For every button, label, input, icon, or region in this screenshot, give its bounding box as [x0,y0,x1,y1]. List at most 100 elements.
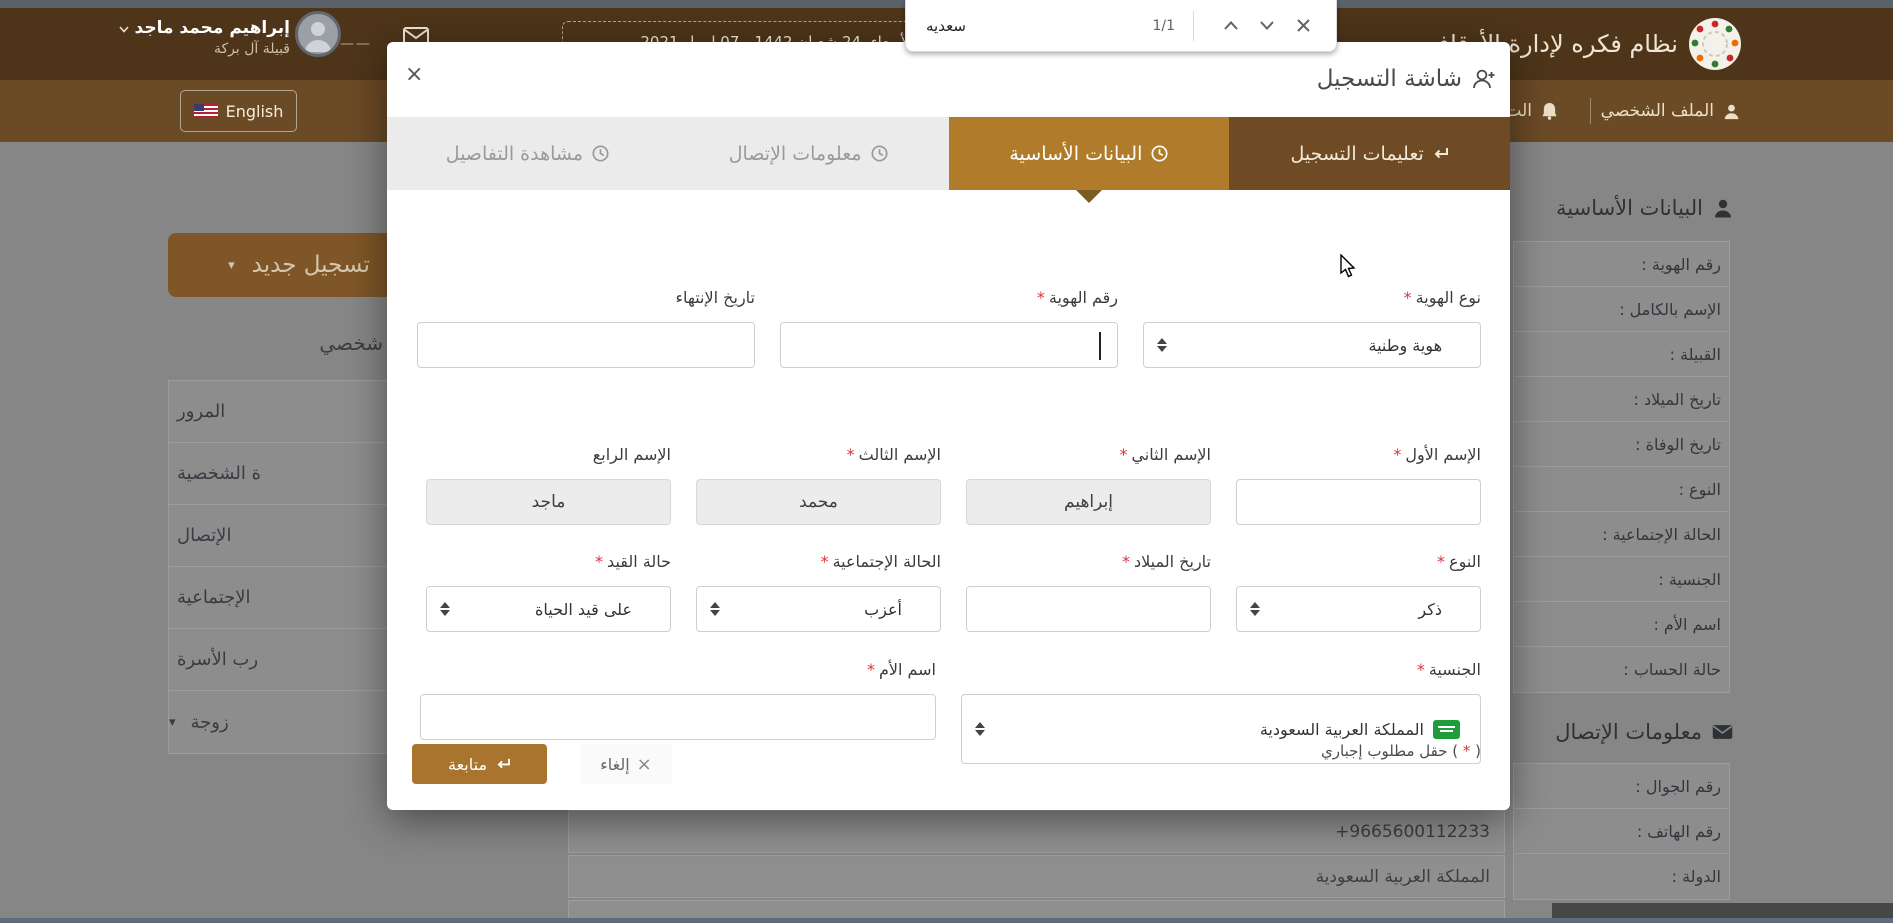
person-icon [1713,198,1733,218]
modal-close-icon[interactable]: × [405,64,423,86]
app-screen: نظام فكره لإدارة الأوقاف إبراهيم محمد ما… [0,0,1893,923]
field-fourth-name: الإسم الرابع ماجد [426,445,671,525]
nav-alerts[interactable]: الت [1505,80,1558,142]
detail-row: الإسم بالكامل : [1514,287,1729,332]
id-number-input[interactable] [780,322,1118,368]
select-arrows-icon [1157,338,1167,352]
select-arrows-icon [710,602,720,616]
field-gender: النوع* ذكر [1236,552,1481,632]
expiry-date-input[interactable] [417,322,755,368]
gender-select[interactable]: ذكر [1236,586,1481,632]
text-caret [1099,332,1101,360]
envelope-icon [1712,724,1733,740]
third-name-input: محمد [696,479,941,525]
detail-row: اسم الأم : [1514,602,1729,647]
detail-row: تاريخ الميلاد : [1514,377,1729,422]
detail-row: النوع : [1514,467,1729,512]
find-query-input[interactable]: سعديه [926,17,1152,35]
detail-row: الدولة : [1514,854,1729,899]
bottom-strip [0,918,1893,923]
sidebar-contact-table: رقم الجوال : رقم الهاتف : الدولة : [1513,763,1730,900]
country-row: المملكة العربية السعودية [568,855,1505,898]
modal-header: شاشة التسجيل × [387,42,1510,117]
saudi-flag-icon [1433,720,1460,739]
nav-profile[interactable]: الملف الشخصي [1601,80,1740,142]
profile-section-title-fragment: شخصي [240,331,383,355]
detail-row: حالة الحساب : [1514,647,1729,692]
tab-registration-instructions[interactable]: تعليمات التسجيل [1229,117,1510,190]
form-row-status: النوع* ذكر تاريخ الميلاد* الحالة الإجتما… [416,552,1481,632]
birth-date-input[interactable] [966,586,1211,632]
clock-icon [871,145,888,162]
close-icon: × [637,754,652,775]
header-dash: —— [340,36,372,52]
caret-down-icon: ▾ [169,715,176,730]
form-row-names: الإسم الأول* الإسم الثاني* إبراهيم الإسم… [416,445,1481,525]
chevron-down-icon [119,26,129,33]
detail-row: الحالة الإجتماعية : [1514,512,1729,557]
find-divider [1193,11,1194,41]
user-menu[interactable]: إبراهيم محمد ماجد قبيلة آل بركة [140,18,290,57]
us-flag-icon [194,104,218,118]
modal-tabs: تعليمات التسجيل البيانات الأساسية معلوما… [387,117,1510,190]
find-previous-button[interactable] [1218,13,1244,39]
select-arrows-icon [975,722,985,736]
user-name: إبراهيم محمد ماجد [140,18,290,38]
required-field-note: ( * ) حقل مطلوب إجباري [1321,742,1481,760]
detail-row: رقم الهوية : [1514,242,1729,287]
sidebar-basic-table: رقم الهوية : الإسم بالكامل : القبيلة : ت… [1513,241,1730,693]
language-switch-button[interactable]: English [180,90,297,132]
mouse-cursor [1339,254,1359,280]
detail-row: رقم الجوال : [1514,764,1729,809]
user-tribe: قبيلة آل بركة [140,41,290,57]
avatar[interactable] [295,11,341,57]
field-marital-status: الحالة الإجتماعية* أعزب [696,552,941,632]
tab-view-details[interactable]: مشاهدة التفاصيل [387,117,668,190]
nav-divider [1590,98,1591,124]
tab-contact-info[interactable]: معلومات الإتصال [668,117,949,190]
field-id-type: نوع الهوية* هوية وطنية [1143,288,1481,368]
app-logo [1687,16,1743,72]
person-icon [1723,103,1740,120]
sidebar-basic-heading: البيانات الأساسية [1556,196,1733,220]
tab-basic-data[interactable]: البيانات الأساسية [949,117,1230,190]
fourth-name-input: ماجد [426,479,671,525]
field-expiry-date: تاريخ الإنتهاء [417,288,755,368]
bell-icon [1541,102,1558,120]
first-name-input[interactable] [1236,479,1481,525]
return-icon [1433,147,1449,160]
field-first-name: الإسم الأول* [1236,445,1481,525]
registration-modal: شاشة التسجيل × تعليمات التسجيل البيانات … [387,42,1510,810]
clock-icon [1151,145,1168,162]
footer-bar [1552,903,1893,918]
id-type-select[interactable]: هوية وطنية [1143,322,1481,368]
sidebar-contact-heading: معلومات الإتصال [1555,720,1733,744]
field-birth-date: تاريخ الميلاد* [966,552,1211,632]
detail-row: الجنسية : [1514,557,1729,602]
marital-status-select[interactable]: أعزب [696,586,941,632]
mobile-number-row: +9665600112233 [568,810,1505,853]
find-next-button[interactable] [1254,13,1280,39]
record-status-select[interactable]: على قيد الحياة [426,586,671,632]
detail-row: رقم الهاتف : [1514,809,1729,854]
person-add-icon [1472,69,1496,89]
mother-name-input[interactable] [420,694,936,740]
clock-icon [592,145,609,162]
field-third-name: الإسم الثالث* محمد [696,445,941,525]
detail-row: تاريخ الوفاة : [1514,422,1729,467]
field-second-name: الإسم الثاني* إبراهيم [966,445,1211,525]
find-close-button[interactable] [1290,13,1316,39]
second-name-input: إبراهيم [966,479,1211,525]
find-match-count: 1/1 [1152,18,1175,34]
return-icon [496,758,511,770]
select-arrows-icon [1250,602,1260,616]
field-id-number: رقم الهوية* [780,288,1118,368]
detail-row: القبيلة : [1514,332,1729,377]
select-arrows-icon [440,602,450,616]
form-row-identity: نوع الهوية* هوية وطنية رقم الهوية* تاريخ… [416,288,1481,368]
caret-down-icon: ▾ [228,258,235,273]
continue-button[interactable]: متابعة [412,744,547,784]
cancel-button[interactable]: × إلغاء [580,744,672,784]
browser-find-bar[interactable]: سعديه 1/1 [905,0,1337,52]
modal-title: شاشة التسجيل [1317,66,1496,92]
